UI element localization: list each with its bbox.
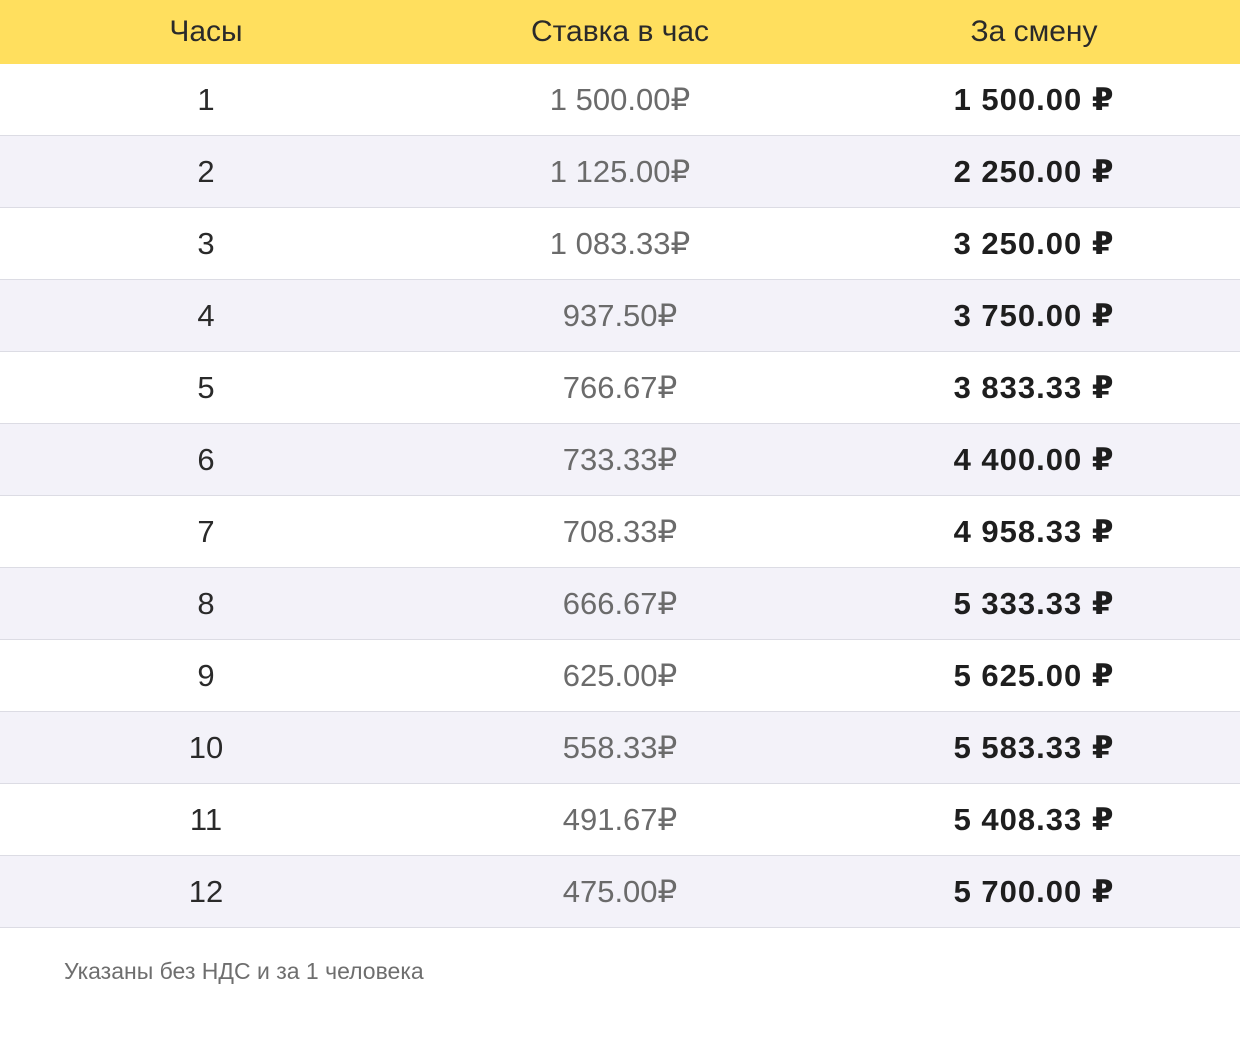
hours-cell: 3 (0, 207, 412, 280)
header-row: Часы Ставка в час За смену (0, 0, 1240, 64)
footnote: Указаны без НДС и за 1 человека (64, 958, 424, 984)
column-header-hours: Часы (0, 0, 412, 64)
hours-cell: 4 (0, 279, 412, 352)
shift-total-cell: 3 750.00 ₽ (828, 279, 1240, 352)
hours-cell: 11 (0, 783, 412, 856)
shift-total-cell: 4 400.00 ₽ (828, 423, 1240, 496)
hours-cell: 8 (0, 567, 412, 640)
rate-per-hour-cell: 625.00₽ (412, 639, 828, 712)
hours-cell: 9 (0, 639, 412, 712)
shift-total-cell: 3 250.00 ₽ (828, 207, 1240, 280)
hours-cell: 1 (0, 64, 412, 136)
hours-cell: 2 (0, 135, 412, 208)
shift-total-cell: 5 408.33 ₽ (828, 783, 1240, 856)
table-row: 6 733.33₽ 4 400.00 ₽ (0, 423, 1240, 496)
table-row: 4 937.50₽ 3 750.00 ₽ (0, 279, 1240, 352)
shift-total-cell: 2 250.00 ₽ (828, 135, 1240, 208)
table-row: 11 500.00₽ 1 500.00 ₽ (0, 64, 1240, 136)
column-header-shift: За смену (828, 0, 1240, 64)
rate-per-hour-cell: 491.67₽ (412, 783, 828, 856)
hours-cell: 10 (0, 711, 412, 784)
hours-cell: 7 (0, 495, 412, 568)
rate-per-hour-cell: 733.33₽ (412, 423, 828, 496)
rate-per-hour-cell: 937.50₽ (412, 279, 828, 352)
table-row: 8 666.67₽ 5 333.33 ₽ (0, 567, 1240, 640)
shift-total-cell: 3 833.33 ₽ (828, 351, 1240, 424)
rate-per-hour-cell: 708.33₽ (412, 495, 828, 568)
rate-per-hour-cell: 558.33₽ (412, 711, 828, 784)
table-row: 5 766.67₽ 3 833.33 ₽ (0, 351, 1240, 424)
shift-total-cell: 1 500.00 ₽ (828, 64, 1240, 136)
rate-per-hour-cell: 1 125.00₽ (412, 135, 828, 208)
hours-cell: 5 (0, 351, 412, 424)
hours-cell: 6 (0, 423, 412, 496)
shift-total-cell: 5 700.00 ₽ (828, 855, 1240, 928)
table-row: 9 625.00₽ 5 625.00 ₽ (0, 639, 1240, 712)
shift-total-cell: 5 583.33 ₽ (828, 711, 1240, 784)
shift-total-cell: 4 958.33 ₽ (828, 495, 1240, 568)
rate-per-hour-cell: 475.00₽ (412, 855, 828, 928)
column-header-rate: Ставка в час (412, 0, 828, 64)
rate-per-hour-cell: 1 083.33₽ (412, 207, 828, 280)
table-row: 21 125.00₽ 2 250.00 ₽ (0, 135, 1240, 208)
shift-total-cell: 5 333.33 ₽ (828, 567, 1240, 640)
table-row: 12 475.00₽ 5 700.00 ₽ (0, 855, 1240, 928)
rate-per-hour-cell: 766.67₽ (412, 351, 828, 424)
rate-per-hour-cell: 666.67₽ (412, 567, 828, 640)
table-body: 11 500.00₽ 1 500.00 ₽2 1 125.00₽ 2 250.00 ₽… (0, 64, 1240, 928)
table-header: Часы Ставка в час За смену (0, 0, 1240, 64)
price-table: Часы Ставка в час За смену 11 500.00₽ 1 5… (0, 0, 1240, 928)
rate-per-hour-cell: 1 500.00₽ (412, 64, 828, 136)
table-row: 10 558.33₽ 5 583.33 ₽ (0, 711, 1240, 784)
table-row: 11 491.67₽ 5 408.33 ₽ (0, 783, 1240, 856)
shift-total-cell: 5 625.00 ₽ (828, 639, 1240, 712)
table-row: 7 708.33₽ 4 958.33 ₽ (0, 495, 1240, 568)
hours-cell: 12 (0, 855, 412, 928)
table-row: 31 083.33₽ 3 250.00 ₽ (0, 207, 1240, 280)
